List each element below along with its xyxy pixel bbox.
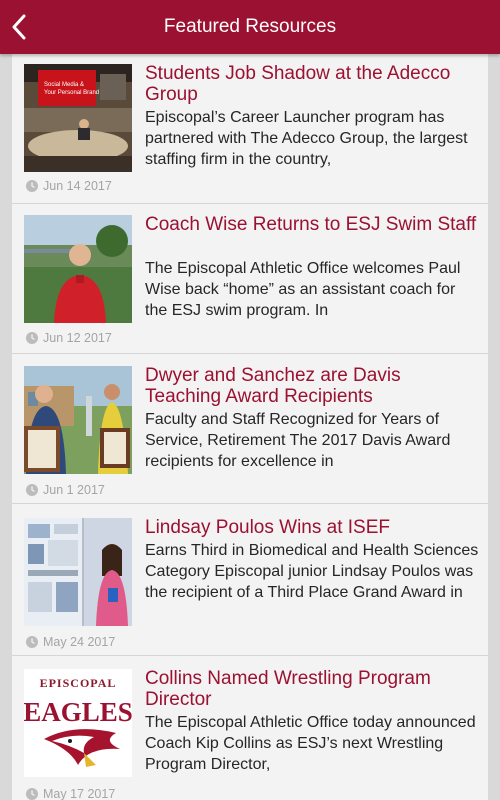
list-item-davis-award[interactable]: Jun 1 2017 Dwyer and Sanchez are Davis T… bbox=[12, 354, 488, 504]
article-thumbnail: Social Media & Your Personal Brand bbox=[24, 64, 132, 172]
article-title[interactable]: Coach Wise Returns to ESJ Swim Staff bbox=[145, 214, 481, 235]
date-text: Jun 1 2017 bbox=[43, 483, 105, 497]
article-summary: The Episcopal Athletic Office today anno… bbox=[145, 714, 476, 773]
clock-icon bbox=[26, 788, 38, 800]
list-item-collins[interactable]: EPISCOPAL EAGLES May 17 2017 Collins Nam… bbox=[12, 656, 488, 800]
article-date: Jun 1 2017 bbox=[26, 482, 105, 498]
article-date: Jun 12 2017 bbox=[26, 330, 112, 346]
article-title[interactable]: Collins Named Wrestling Program Director bbox=[145, 668, 481, 710]
date-text: Jun 12 2017 bbox=[43, 331, 112, 345]
list-item-coach-wise[interactable]: Jun 12 2017 Coach Wise Returns to ESJ Sw… bbox=[12, 204, 488, 354]
clock-icon bbox=[26, 484, 38, 496]
resources-list[interactable]: Social Media & Your Personal Brand Jun 1… bbox=[12, 54, 488, 800]
svg-text:Your Personal Brand: Your Personal Brand bbox=[44, 90, 99, 96]
article-title[interactable]: Dwyer and Sanchez are Davis Teaching Awa… bbox=[145, 365, 481, 407]
svg-text:Social Media &: Social Media & bbox=[44, 82, 84, 88]
date-text: Jun 14 2017 bbox=[43, 179, 112, 193]
clock-icon bbox=[26, 636, 38, 648]
back-button[interactable] bbox=[2, 10, 36, 44]
article-date: Jun 14 2017 bbox=[26, 178, 112, 194]
date-text: May 17 2017 bbox=[43, 787, 116, 800]
clock-icon bbox=[26, 332, 38, 344]
article-date: May 24 2017 bbox=[26, 634, 115, 650]
list-item-job-shadow[interactable]: Social Media & Your Personal Brand Jun 1… bbox=[12, 54, 488, 204]
article-thumbnail bbox=[24, 215, 132, 323]
svg-text:EPISCOPAL: EPISCOPAL bbox=[40, 676, 117, 690]
chevron-left-icon bbox=[12, 14, 26, 40]
date-text: May 24 2017 bbox=[43, 635, 116, 649]
article-summary: Faculty and Staff Recognized for Years o… bbox=[145, 411, 451, 470]
article-date: May 17 2017 bbox=[26, 786, 115, 800]
list-item-isef[interactable]: May 24 2017 Lindsay Poulos Wins at ISEF … bbox=[12, 506, 488, 656]
article-thumbnail: EPISCOPAL EAGLES bbox=[24, 669, 132, 777]
article-summary: The Episcopal Athletic Office welcomes P… bbox=[145, 260, 461, 319]
article-summary: Episcopal’s Career Launcher program has … bbox=[145, 109, 468, 168]
svg-text:EAGLES: EAGLES bbox=[24, 697, 132, 727]
clock-icon bbox=[26, 180, 38, 192]
article-title[interactable]: Students Job Shadow at the Adecco Group bbox=[145, 63, 481, 105]
article-thumbnail bbox=[24, 366, 132, 474]
app-header: Featured Resources bbox=[0, 0, 500, 54]
page-title: Featured Resources bbox=[163, 16, 337, 37]
article-thumbnail bbox=[24, 518, 132, 626]
article-title[interactable]: Lindsay Poulos Wins at ISEF bbox=[145, 517, 481, 538]
article-summary: Earns Third in Biomedical and Health Sci… bbox=[145, 542, 479, 601]
